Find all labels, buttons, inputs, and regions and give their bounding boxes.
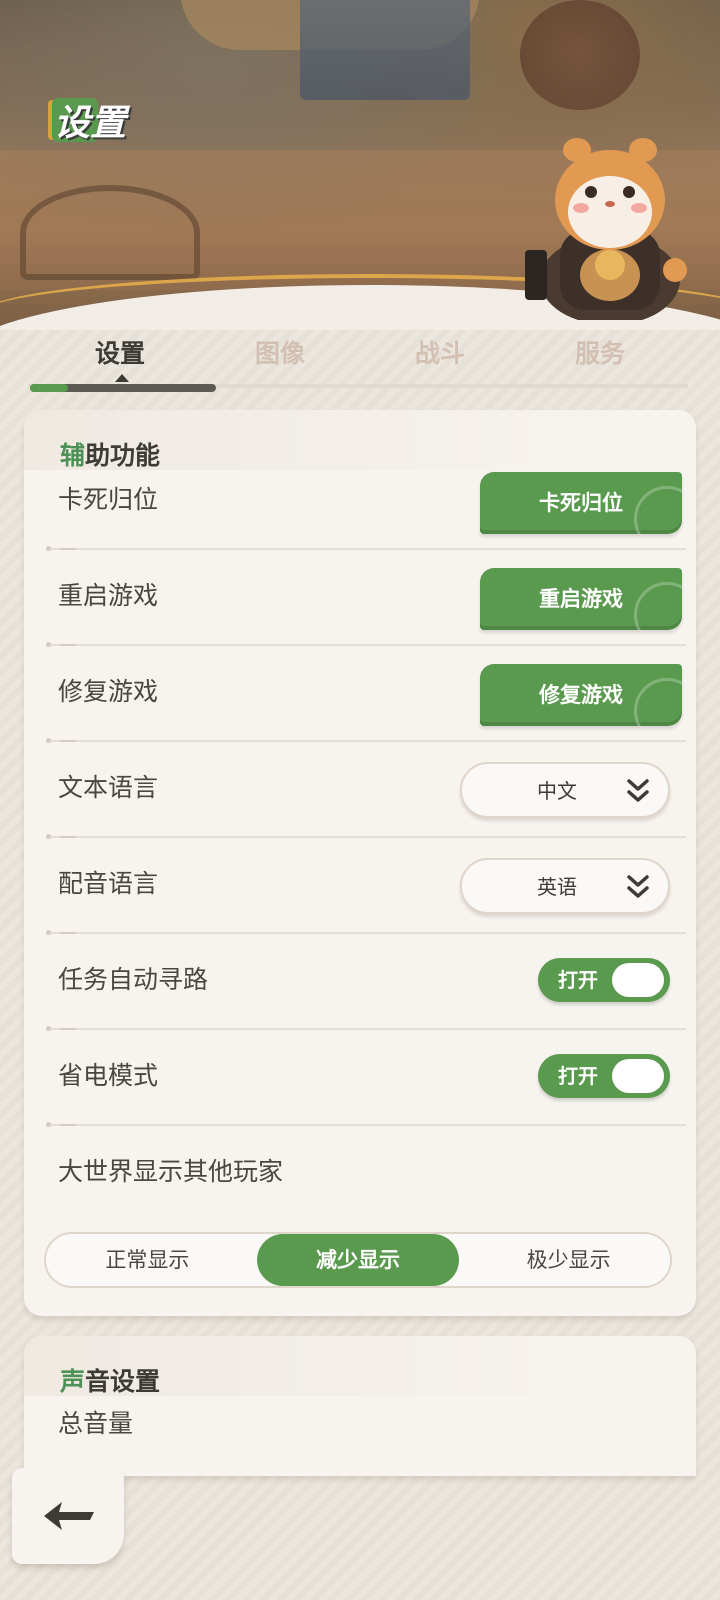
option-reduced-display[interactable]: 减少显示 bbox=[256, 1234, 460, 1286]
double-chevron-down-icon bbox=[627, 875, 649, 898]
active-tab-indicator bbox=[30, 384, 216, 392]
option-minimal-display[interactable]: 极少显示 bbox=[467, 1234, 670, 1286]
row-label: 任务自动寻路 bbox=[58, 965, 209, 994]
page-title: 设置 bbox=[46, 96, 136, 144]
banner-tree bbox=[520, 0, 640, 110]
row-master-volume: 总音量 bbox=[24, 1376, 696, 1472]
toggle-label: 打开 bbox=[558, 968, 598, 992]
hamster-mascot-icon bbox=[525, 138, 687, 320]
accessibility-card: 辅助功能 卡死归位 卡死归位 重启游戏 重启游戏 修复游戏 修复游戏 文本语言 … bbox=[24, 410, 696, 1316]
option-normal-display[interactable]: 正常显示 bbox=[46, 1234, 249, 1286]
text-language-dropdown[interactable]: 中文 bbox=[460, 762, 670, 818]
row-label: 重启游戏 bbox=[58, 581, 159, 610]
row-label: 文本语言 bbox=[58, 773, 159, 802]
row-label: 总音量 bbox=[58, 1409, 134, 1438]
restart-game-button[interactable]: 重启游戏 bbox=[480, 568, 682, 630]
banner-cart bbox=[20, 185, 200, 280]
row-label: 卡死归位 bbox=[58, 485, 159, 514]
active-tab-caret-icon bbox=[115, 374, 129, 382]
power-saving-toggle[interactable]: 打开 bbox=[538, 1054, 670, 1098]
toggle-label: 打开 bbox=[558, 1064, 598, 1088]
row-repair-game: 修复游戏 修复游戏 bbox=[24, 644, 696, 743]
row-label: 省电模式 bbox=[58, 1061, 159, 1090]
toggle-knob bbox=[612, 963, 664, 997]
toggle-knob bbox=[612, 1059, 664, 1093]
voice-language-dropdown[interactable]: 英语 bbox=[460, 858, 670, 914]
repair-game-button[interactable]: 修复游戏 bbox=[480, 664, 682, 726]
dropdown-value: 英语 bbox=[537, 875, 577, 899]
row-text-language: 文本语言 中文 bbox=[24, 740, 696, 839]
unstuck-button[interactable]: 卡死归位 bbox=[480, 472, 682, 534]
tab-combat[interactable]: 战斗 bbox=[370, 318, 510, 390]
row-power-saving: 省电模式 打开 bbox=[24, 1028, 696, 1127]
top-tab-bar: 设置 图像 战斗 服务 bbox=[0, 318, 720, 390]
row-restart-game: 重启游戏 重启游戏 bbox=[24, 548, 696, 647]
auto-pathfinding-toggle[interactable]: 打开 bbox=[538, 958, 670, 1002]
back-button[interactable] bbox=[12, 1468, 124, 1564]
row-auto-pathfinding: 任务自动寻路 打开 bbox=[24, 932, 696, 1031]
sound-settings-card: 声音设置 总音量 bbox=[24, 1336, 696, 1476]
player-display-segmented-control: 正常显示 减少显示 极少显示 bbox=[44, 1232, 672, 1288]
banner-house bbox=[300, 0, 470, 100]
dropdown-value: 中文 bbox=[537, 779, 577, 803]
row-unstuck: 卡死归位 卡死归位 bbox=[24, 452, 696, 551]
row-label: 配音语言 bbox=[58, 869, 159, 898]
double-chevron-down-icon bbox=[627, 779, 649, 802]
tab-graphics[interactable]: 图像 bbox=[210, 318, 350, 390]
page-title-text: 设置 bbox=[54, 103, 127, 144]
row-label: 修复游戏 bbox=[58, 677, 159, 706]
tab-service[interactable]: 服务 bbox=[530, 318, 670, 390]
row-label: 大世界显示其他玩家 bbox=[58, 1157, 284, 1186]
row-show-other-players: 大世界显示其他玩家 bbox=[24, 1124, 696, 1220]
back-arrow-icon bbox=[44, 1502, 94, 1530]
row-voice-language: 配音语言 英语 bbox=[24, 836, 696, 935]
